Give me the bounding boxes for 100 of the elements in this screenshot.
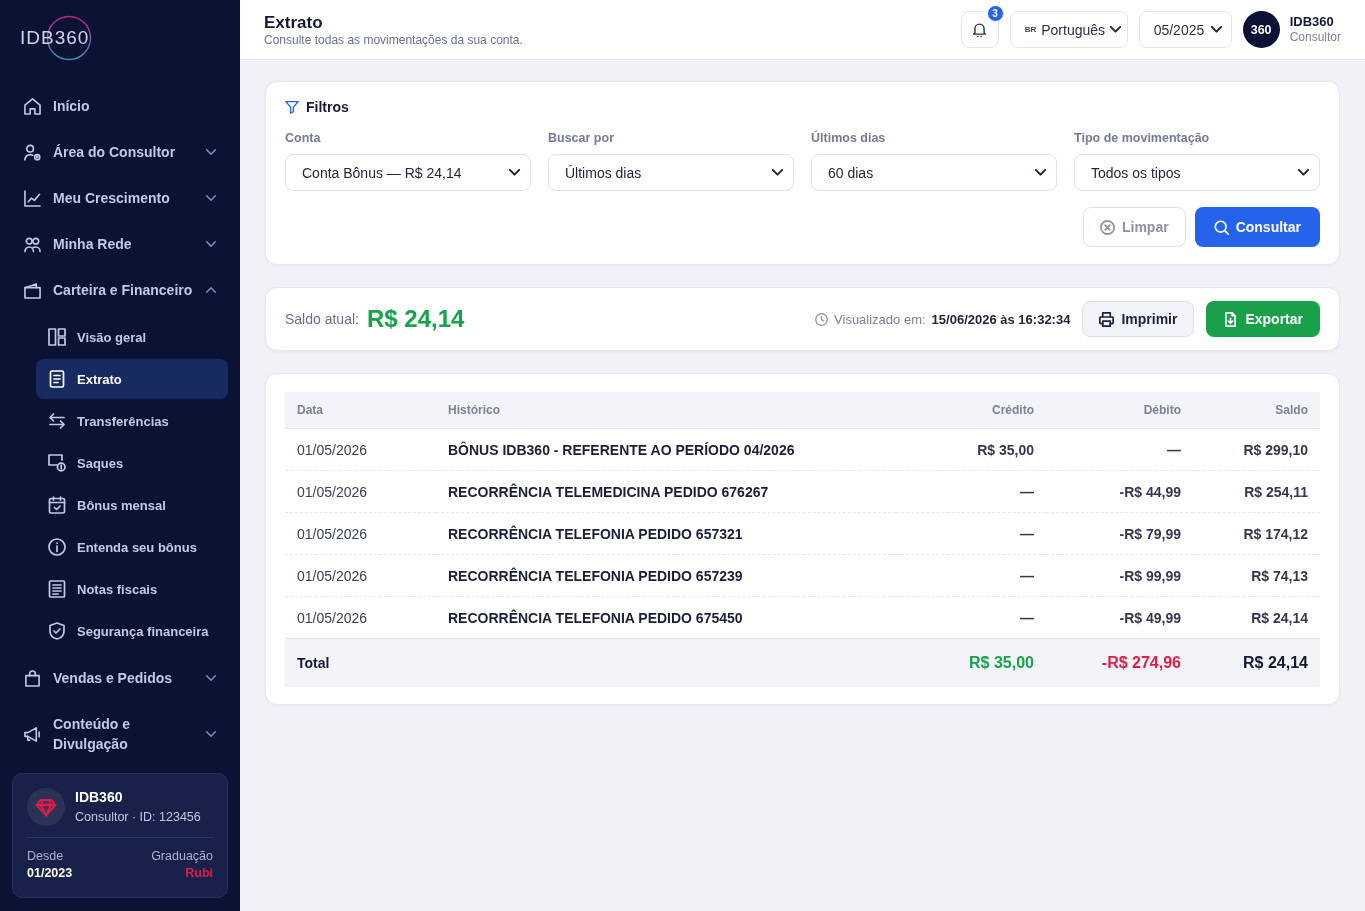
amount-cell: R$ 254,11 [1193,470,1320,513]
calendar-check-icon [48,496,66,514]
since-value: 01/2023 [27,865,73,882]
amount-cell: -R$ 79,99 [1046,512,1193,555]
total-amount-cell: R$ 35,00 [896,638,1046,687]
sidebar-subnav-item[interactable]: Segurança financeira [36,611,228,651]
date-cell: 01/05/2026 [285,554,436,597]
viewed-label: Visualizado em: [834,311,926,327]
sidebar-nav-item[interactable]: Minha Rede [12,221,228,267]
balance-value: R$ 24,14 [366,305,465,333]
description-cell: RECORRÊNCIA TELEMEDICINA PEDIDO 676267 [436,470,896,513]
filter-select[interactable]: 60 dias [811,154,1057,191]
user-role: Consultor [1289,30,1341,45]
sidebar-nav-item[interactable]: Carteira e Financeiro [12,267,228,313]
sidebar-nav-item[interactable]: Vendas e Pedidos [12,655,228,701]
amount-cell: -R$ 49,99 [1046,596,1193,639]
filter-select[interactable]: Conta Bônus — R$ 24,14 [285,154,531,191]
user-card-name: IDB360 [75,788,124,806]
logo: IDB360 [20,14,92,61]
amount-cell: — [896,596,1046,639]
amount-cell: R$ 74,13 [1193,554,1320,597]
page-subtitle: Consulte todas as movimentações da sua conta. [264,32,524,48]
column-header: Histórico [436,392,896,429]
amount-cell: -R$ 44,99 [1046,470,1193,513]
column-header: Crédito [896,392,1046,429]
print-button[interactable]: Imprimir [1082,301,1195,337]
field-label: Buscar por [548,130,615,146]
sidebar-nav-item[interactable]: Meu Crescimento [12,175,228,221]
user-card-subtitle: Consultor · ID: 123456 [75,809,201,826]
field-label: Tipo de movimentação [1074,130,1211,146]
field-label: Conta [285,130,322,146]
clock-icon [815,312,829,326]
sidebar-nav-item[interactable]: Início [12,83,228,129]
balance-label: Saldo atual: [285,311,359,327]
arrows-icon [48,412,66,430]
amount-cell: — [896,554,1046,597]
file-download-icon [1223,311,1239,327]
since-label: Desde [27,848,65,865]
user-avatar[interactable]: 360 [1242,11,1280,48]
amount-cell: — [896,470,1046,513]
sidebar-subnav-item[interactable]: Extrato [36,359,228,399]
column-header: Débito [1046,392,1193,429]
field-label: Últimos dias [811,130,887,146]
notification-button[interactable] [960,11,999,48]
chevron-down-icon [1210,26,1222,33]
grade-label: Graduação [151,848,213,865]
sidebar-subnav-item[interactable]: Saques [36,443,228,483]
sidebar-subnav-item[interactable]: Entenda seu bônus [36,527,228,567]
receipt-icon [48,580,66,598]
sidebar-subnav-item[interactable]: Bônus mensal [36,485,228,525]
date-cell: 01/05/2026 [285,512,436,555]
bell-icon [972,22,988,37]
column-header: Saldo [1193,392,1320,429]
column-header: Data [285,392,436,429]
chart-line-icon [24,189,41,207]
layout-icon [48,328,66,346]
document-icon [48,370,66,388]
total-amount-cell: R$ 24,14 [1193,638,1320,687]
megaphone-icon [24,725,41,743]
users-icon [24,235,41,253]
description-cell: RECORRÊNCIA TELEFONIA PEDIDO 657321 [436,512,896,555]
search-button[interactable]: Consultar [1194,207,1320,247]
total-label-cell: Total [285,638,436,687]
amount-cell: R$ 174,12 [1193,512,1320,555]
description-cell: RECORRÊNCIA TELEFONIA PEDIDO 675450 [436,596,896,639]
bag-icon [24,669,41,687]
user-gear-icon [24,143,41,161]
user-name: IDB360 [1289,14,1335,30]
filter-select[interactable]: Todos os tipos [1074,154,1320,191]
chevron-down-icon [772,169,783,176]
filter-select[interactable]: Últimos dias [548,154,794,191]
sidebar-subnav-item[interactable]: Notas fiscais [36,569,228,609]
amount-cell: — [896,512,1046,555]
filter-icon [285,100,299,114]
grade-value: Rubi [184,865,213,882]
shield-check-icon [48,622,66,640]
sidebar-nav-item[interactable]: Conteúdo e Divulgação [12,701,228,767]
home-icon [24,97,41,115]
period-select[interactable]: 05/2025 [1138,11,1232,48]
page-title: Extrato [264,11,324,33]
info-icon [48,538,66,556]
description-cell: BÔNUS IDB360 - REFERENTE AO PERÍODO 04/2026 [436,428,896,471]
viewed-timestamp: 15/06/2026 às 16:32:34 [931,311,1071,327]
date-cell: 01/05/2026 [285,470,436,513]
chevron-down-icon [1035,169,1046,176]
search-icon [1213,219,1229,235]
date-cell: 01/05/2026 [285,596,436,639]
card-coin-icon [48,454,66,472]
date-cell: 01/05/2026 [285,428,436,471]
amount-cell: R$ 299,10 [1193,428,1320,471]
sidebar-subnav-item[interactable]: Visão geral [36,317,228,357]
chevron-down-icon [509,169,520,176]
sidebar-nav-item[interactable]: Área do Consultor [12,129,228,175]
wallet-icon [24,281,41,299]
amount-cell: — [1046,428,1193,471]
sidebar-subnav-item[interactable]: Transferências [36,401,228,441]
chevron-down-icon [1110,26,1122,33]
gem-icon [27,788,65,826]
chevron-down-icon [1298,169,1309,176]
language-select[interactable]: BR Português [1009,11,1128,48]
